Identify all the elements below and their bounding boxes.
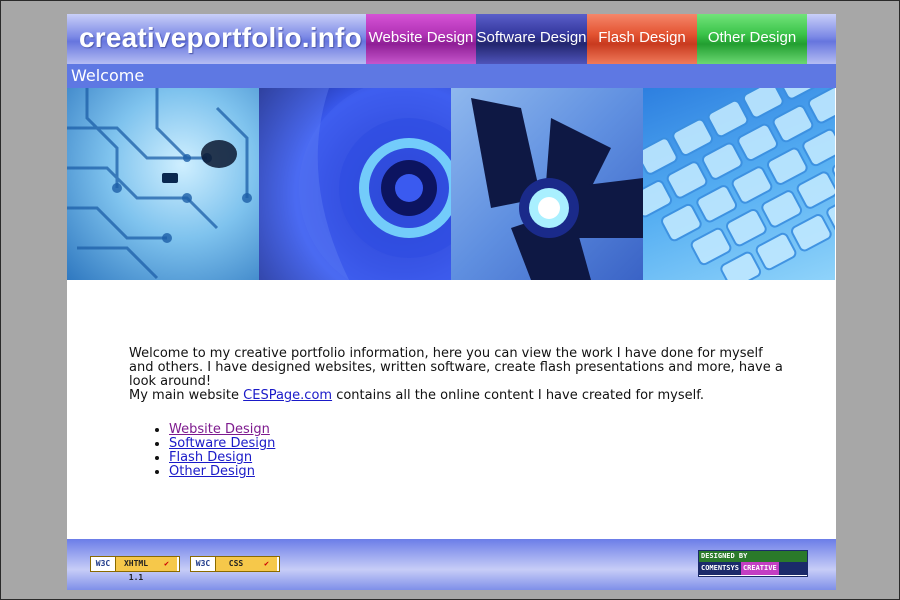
- list-item: Software Design: [169, 437, 789, 451]
- welcome-bar: Welcome: [67, 64, 836, 88]
- category-link-list: Website Design Software Design Flash Des…: [129, 423, 789, 479]
- banner-keyboard-image: [643, 88, 835, 280]
- w3c-css-badge[interactable]: W3C CSS ✔: [190, 556, 280, 572]
- page-heading: Welcome: [71, 66, 145, 85]
- checkmark-icon: ✔: [256, 557, 277, 571]
- list-item: Flash Design: [169, 451, 789, 465]
- link-flash-design[interactable]: Flash Design: [169, 450, 252, 465]
- banner-disc-image: [259, 88, 451, 280]
- w3c-xhtml-badge[interactable]: W3C XHTML 1.1✔: [90, 556, 180, 582]
- main-content: Welcome to my creative portfolio informa…: [129, 347, 789, 479]
- link-website-design[interactable]: Website Design: [169, 422, 270, 437]
- designer-name-left: COMENTSYS: [701, 564, 739, 572]
- site-title[interactable]: creativeportfolio.info: [79, 22, 362, 54]
- site-footer: W3C XHTML 1.1✔ W3C CSS ✔ DESIGNED BY COMENT…: [67, 539, 836, 590]
- link-other-design[interactable]: Other Design: [169, 464, 255, 479]
- main-site-suffix: contains all the online content I have c…: [332, 388, 705, 403]
- designed-by-label: DESIGNED BY: [699, 551, 807, 562]
- nav-software-design[interactable]: Software Design: [476, 14, 587, 64]
- cespage-link[interactable]: CESPage.com: [243, 388, 332, 403]
- designed-by-badge[interactable]: DESIGNED BY COMENTSYS CREATIVE: [698, 550, 808, 577]
- main-site-sentence: My main website CESPage.com contains all…: [129, 389, 789, 403]
- list-item: Website Design: [169, 423, 789, 437]
- main-site-prefix: My main website: [129, 388, 244, 403]
- list-item: Other Design: [169, 465, 789, 479]
- designer-name: COMENTSYS CREATIVE: [699, 562, 807, 575]
- xhtml-badge-text: XHTML 1.1: [116, 557, 156, 582]
- banner-spotlight-image: [451, 88, 643, 280]
- banner-circuit-image: [67, 88, 259, 280]
- site-header: creativeportfolio.info Website Design So…: [67, 14, 836, 64]
- w3c-logo-text: W3C: [191, 557, 216, 571]
- link-software-design[interactable]: Software Design: [169, 436, 275, 451]
- w3c-logo-text: W3C: [91, 557, 116, 571]
- nav-website-design[interactable]: Website Design: [366, 14, 476, 64]
- intro-paragraph: Welcome to my creative portfolio informa…: [129, 346, 783, 389]
- page-container: creativeportfolio.info Website Design So…: [67, 14, 836, 590]
- checkmark-icon: ✔: [156, 557, 177, 571]
- css-badge-text: CSS: [216, 557, 256, 571]
- nav-other-design[interactable]: Other Design: [697, 14, 807, 64]
- banner: [67, 88, 836, 280]
- designer-name-right: CREATIVE: [740, 562, 779, 575]
- nav-flash-design[interactable]: Flash Design: [587, 14, 697, 64]
